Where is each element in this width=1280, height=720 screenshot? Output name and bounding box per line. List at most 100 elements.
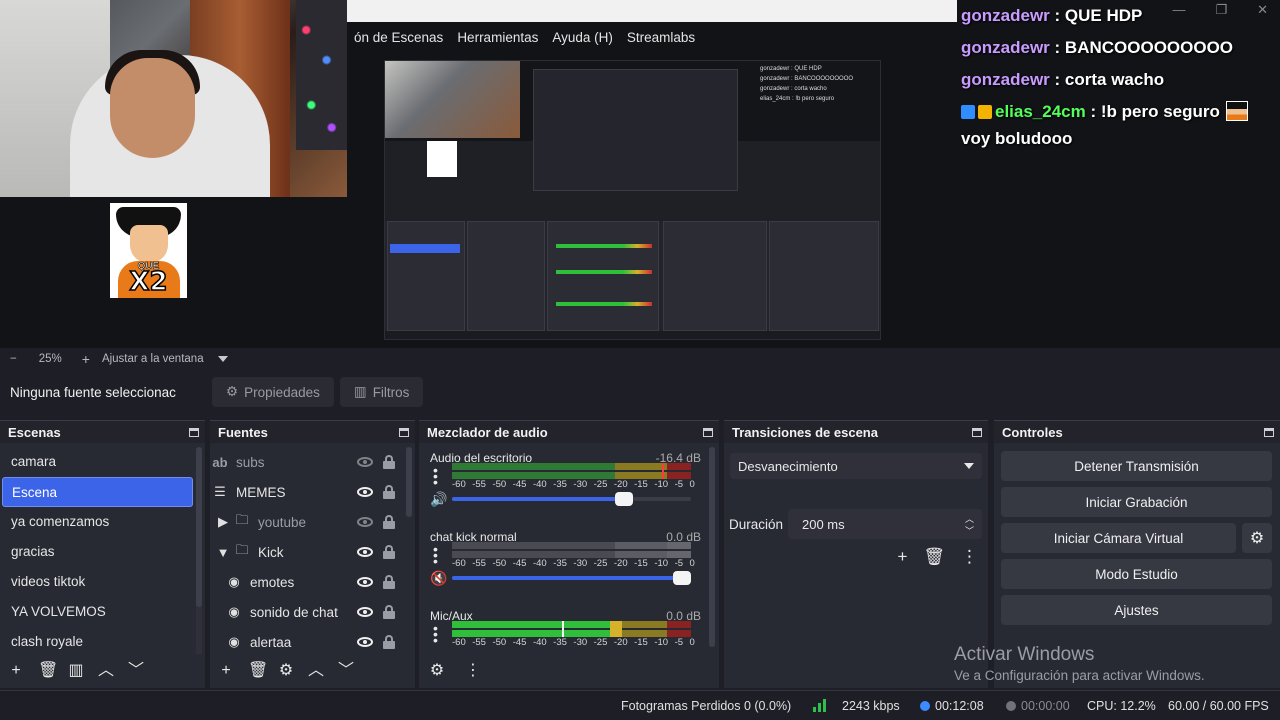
- undock-icon[interactable]: [1264, 427, 1274, 437]
- chevron-down-icon[interactable]: ▼: [216, 545, 230, 560]
- undock-icon[interactable]: [972, 427, 982, 437]
- virtual-camera-settings-button[interactable]: ⚙: [1242, 523, 1272, 553]
- meter-tick-label: -50: [492, 637, 507, 648]
- scene-item[interactable]: ya comenzamos: [2, 507, 193, 537]
- visibility-icon[interactable]: [357, 635, 373, 649]
- visibility-icon[interactable]: [357, 575, 373, 589]
- properties-label: Propiedades: [244, 384, 320, 400]
- add-icon[interactable]: +: [8, 663, 24, 679]
- duration-input[interactable]: 200 ms ︿ ﹀: [788, 509, 982, 539]
- start-recording-button[interactable]: Iniciar Grabación: [1001, 487, 1272, 517]
- properties-button[interactable]: ⚙ Propiedades: [212, 377, 334, 407]
- source-list: ab subs ☰ MEMES ▶ 🗀 youtube ▼ 🗀 Kick ◉ e…: [210, 447, 403, 657]
- filters-button[interactable]: ▥ Filtros: [339, 377, 424, 407]
- close-icon[interactable]: ✕: [1257, 2, 1268, 18]
- visibility-icon[interactable]: [357, 605, 373, 619]
- scene-item[interactable]: gracias: [2, 537, 193, 567]
- gear-icon[interactable]: ⚙: [278, 663, 294, 679]
- trash-icon[interactable]: 🗑: [923, 547, 945, 567]
- lock-icon[interactable]: [381, 605, 397, 619]
- nested-chat-line: gonzadewr : corta wacho: [760, 86, 827, 92]
- audio-mixer-dock: Mezclador de audio Audio del escritorio …: [419, 420, 719, 688]
- chat-user: gonzadewr: [961, 6, 1050, 25]
- maximize-icon[interactable]: ❐: [1215, 2, 1227, 18]
- volume-slider[interactable]: [452, 492, 691, 506]
- scene-transitions-dock: Transiciones de escena Desvanecimiento D…: [724, 420, 988, 688]
- more-options-icon[interactable]: ⋮: [465, 663, 481, 679]
- source-group[interactable]: ▶ 🗀 youtube: [210, 507, 403, 537]
- scenes-title: Escenas: [8, 424, 61, 440]
- meter-tick-label: -45: [512, 637, 527, 648]
- meter-ticks: -60 -55 -50 -45 -40 -35 -30 -25 -20 -15 -10 -5 0: [452, 479, 695, 491]
- more-options-icon[interactable]: • • •: [433, 463, 443, 489]
- lock-icon[interactable]: [381, 515, 397, 529]
- add-icon[interactable]: +: [897, 547, 907, 567]
- streaming-icon: [920, 701, 930, 711]
- undock-icon[interactable]: [703, 427, 713, 437]
- minimize-icon[interactable]: —: [1172, 2, 1185, 18]
- text-source-icon: ab: [212, 454, 228, 470]
- source-item[interactable]: ◉ alertaa: [210, 627, 403, 657]
- trash-icon[interactable]: 🗑: [38, 663, 58, 679]
- undock-icon[interactable]: [189, 427, 199, 437]
- lock-icon[interactable]: [381, 635, 397, 649]
- chevron-down-icon[interactable]: [217, 356, 228, 362]
- scenes-dock: Escenas camara Escena ya comenzamos grac…: [0, 420, 205, 688]
- window-controls: — ❐ ✕: [1172, 2, 1268, 18]
- visibility-off-icon[interactable]: [357, 455, 373, 469]
- studio-mode-button[interactable]: Modo Estudio: [1001, 559, 1272, 589]
- chevron-right-icon[interactable]: ▶: [216, 514, 230, 530]
- lock-icon[interactable]: [381, 485, 397, 499]
- browser-globe-icon: ◉: [228, 634, 240, 649]
- visibility-off-icon[interactable]: [357, 515, 373, 529]
- transition-select[interactable]: Desvanecimiento: [730, 453, 982, 479]
- more-options-icon[interactable]: • • •: [433, 542, 443, 568]
- source-group[interactable]: ▼ 🗀 Kick: [210, 537, 403, 567]
- source-item[interactable]: ◉ sonido de chat: [210, 597, 403, 627]
- speaker-icon[interactable]: 🔊: [430, 491, 447, 508]
- add-icon[interactable]: +: [218, 663, 234, 679]
- chevron-up-icon[interactable]: ︿: [308, 663, 324, 679]
- zoom-out-button[interactable]: −: [10, 353, 17, 365]
- more-options-icon[interactable]: • • •: [433, 621, 443, 647]
- program-preview[interactable]: QUE X2 ón de Escenas Herramientas Ayuda …: [0, 0, 1280, 348]
- controls-title: Controles: [1002, 424, 1063, 440]
- fit-to-window-button[interactable]: Ajustar a la ventana: [102, 353, 204, 365]
- scenes-scrollbar[interactable]: [196, 447, 202, 667]
- scene-item[interactable]: videos tiktok: [2, 567, 193, 597]
- speaker-muted-icon[interactable]: 🔇: [430, 570, 447, 587]
- advanced-audio-icon[interactable]: ⚙: [429, 663, 445, 679]
- volume-meter: [452, 463, 691, 479]
- meter-tick-label: 0: [689, 479, 695, 490]
- visibility-icon[interactable]: [357, 485, 373, 499]
- source-item[interactable]: ab subs: [210, 447, 403, 477]
- chevron-down-icon[interactable]: ﹀: [338, 663, 354, 679]
- lock-icon[interactable]: [381, 575, 397, 589]
- source-item[interactable]: ◉ emotes: [210, 567, 403, 597]
- scene-item[interactable]: clash royale: [2, 627, 193, 657]
- lock-icon[interactable]: [381, 545, 397, 559]
- chevron-down-icon[interactable]: ﹀: [128, 663, 144, 679]
- filter-icon[interactable]: ▥: [68, 663, 84, 679]
- zoom-in-button[interactable]: +: [82, 351, 90, 367]
- trash-icon[interactable]: 🗑: [248, 663, 268, 679]
- meter-tick-label: -15: [634, 637, 648, 648]
- scene-item[interactable]: YA VOLVEMOS: [2, 597, 193, 627]
- source-item[interactable]: ☰ MEMES: [210, 477, 403, 507]
- scene-item-selected[interactable]: Escena: [2, 477, 193, 507]
- chat-user: elias_24cm: [995, 102, 1086, 121]
- visibility-icon[interactable]: [357, 545, 373, 559]
- settings-button[interactable]: Ajustes: [1001, 595, 1272, 625]
- zoom-level: 25%: [38, 353, 62, 365]
- sources-scrollbar[interactable]: [406, 447, 412, 517]
- more-options-icon[interactable]: ⋮: [961, 547, 978, 567]
- lock-icon[interactable]: [381, 455, 397, 469]
- scene-item[interactable]: camara: [2, 447, 193, 477]
- spin-down-icon[interactable]: ﹀: [965, 524, 974, 537]
- volume-slider[interactable]: [452, 571, 691, 585]
- mixer-scrollbar[interactable]: [709, 447, 715, 647]
- chevron-up-icon[interactable]: ︿: [98, 663, 114, 679]
- start-virtual-camera-button[interactable]: Iniciar Cámara Virtual: [1001, 523, 1236, 553]
- stop-streaming-button[interactable]: Detener Transmisión: [1001, 451, 1272, 481]
- undock-icon[interactable]: [399, 427, 409, 437]
